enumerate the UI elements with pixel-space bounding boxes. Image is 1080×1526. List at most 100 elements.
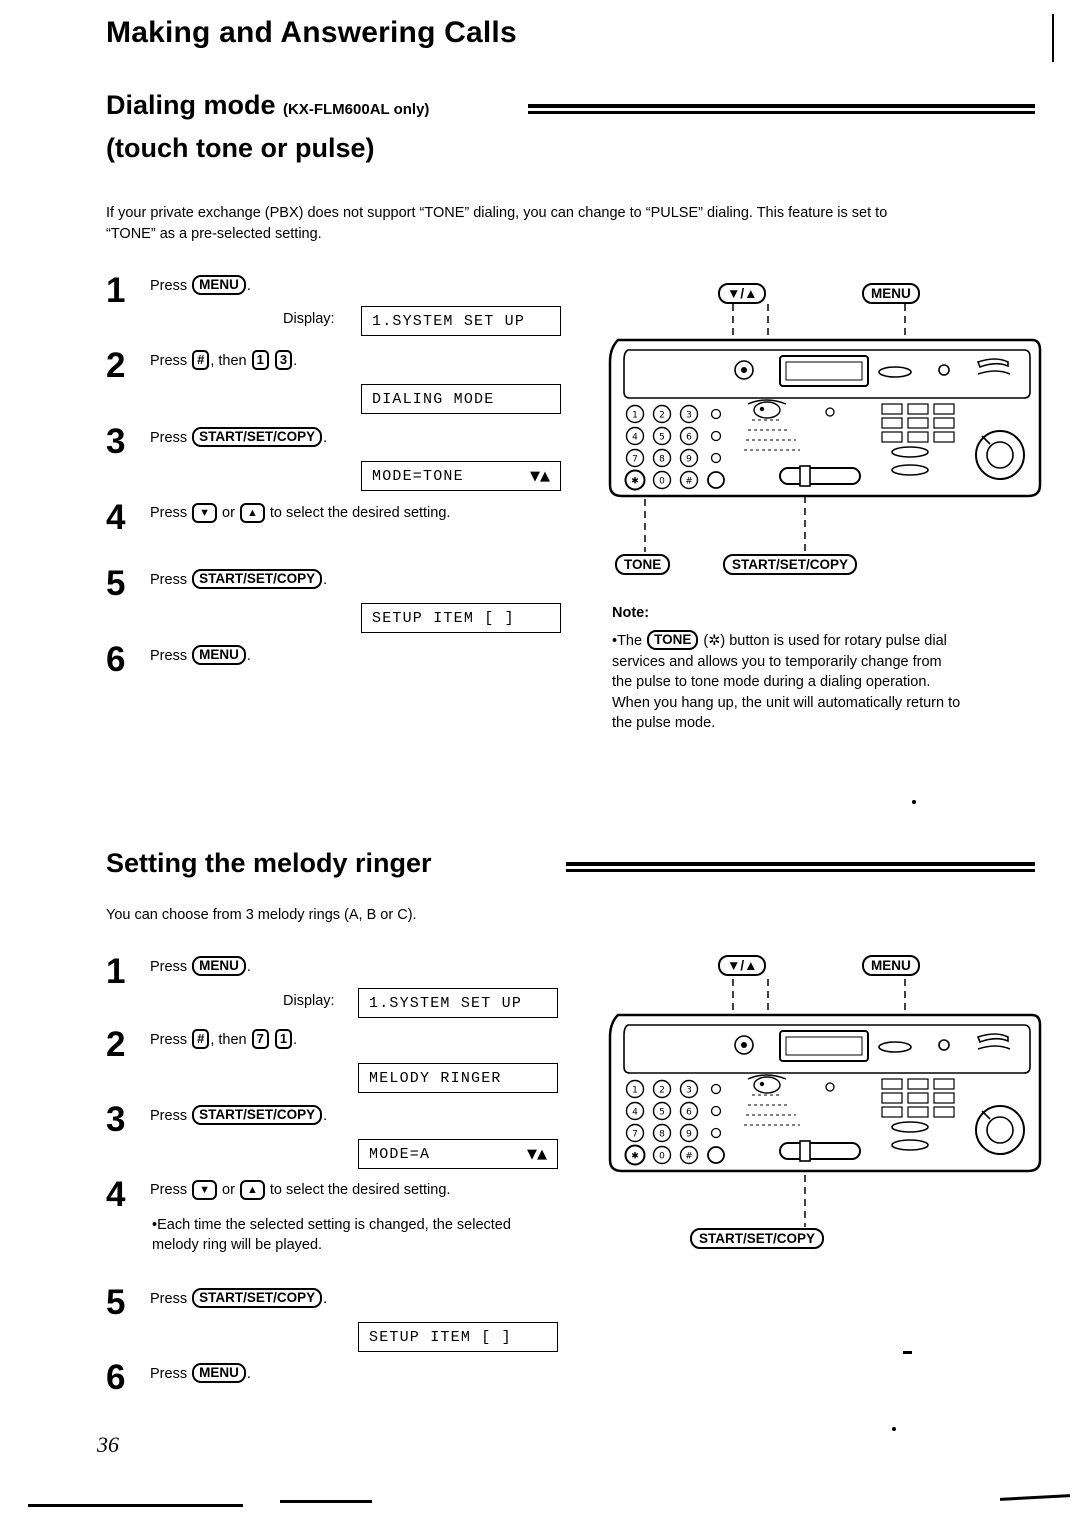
diagram2-callout-updown: ▼/▲	[718, 955, 767, 976]
section1-step-1-number: 1	[106, 271, 126, 310]
step-period: .	[246, 959, 251, 975]
lcd-text: SETUP ITEM [ ]	[372, 610, 515, 627]
lcd-text: 1.SYSTEM SET UP	[372, 313, 526, 330]
section2-lcd-4: SETUP ITEM [ ]	[358, 1322, 558, 1352]
svg-text:4: 4	[632, 433, 638, 443]
svg-text:6: 6	[686, 1108, 692, 1118]
section1-step-5-text: Press START/SET/COPY.	[150, 569, 327, 590]
svg-text:2: 2	[659, 1086, 665, 1096]
section2-step-3-text: Press START/SET/COPY.	[150, 1105, 327, 1126]
section2-heading-rule	[566, 862, 1035, 872]
bottom-rule-left	[28, 1504, 243, 1507]
section1-step-6-text: Press MENU.	[150, 645, 251, 666]
svg-text:#: #	[685, 477, 693, 487]
section2-step-2-number: 2	[106, 1025, 126, 1064]
svg-text:✱: ✱	[631, 1152, 639, 1162]
lcd-text: MODE=TONE	[372, 468, 464, 485]
note-title: Note:	[612, 605, 650, 621]
page-number: 36	[97, 1432, 119, 1457]
section2-step-6-number: 6	[106, 1358, 126, 1397]
note-text-before: The	[617, 633, 643, 649]
svg-text:9: 9	[686, 455, 692, 465]
step-period: .	[323, 1108, 328, 1124]
section1-step-4-text: Press ▼ or ▲ to select the desired setti…	[150, 503, 450, 523]
svg-text:3: 3	[686, 1086, 692, 1096]
section2-lcd-3: MODE=A ▼▲	[358, 1139, 558, 1169]
svg-text:3: 3	[686, 411, 692, 421]
svg-text:0: 0	[659, 477, 665, 487]
section1-display-label: Display:	[283, 311, 335, 327]
step-label: Press	[150, 430, 188, 446]
bottom-rule-right	[999, 1494, 1071, 1501]
manual-page: Making and Answering Calls Dialing mode …	[0, 0, 1080, 1526]
step-label: Press	[150, 1032, 188, 1048]
section2-step-1-number: 1	[106, 952, 126, 991]
svg-text:8: 8	[659, 1130, 665, 1140]
tone-key: TONE	[647, 630, 699, 650]
svg-text:4: 4	[632, 1108, 638, 1118]
section1-lcd-2: DIALING MODE	[361, 384, 561, 414]
fax-diagram-2: 1 2 3 4 5 6 7 8 9 ✱ 0 #	[600, 975, 1050, 1235]
section1-lcd-1: 1.SYSTEM SET UP	[361, 306, 561, 336]
start-set-copy-key: START/SET/COPY	[192, 1288, 323, 1308]
section2-step-4-note: •Each time the selected setting is chang…	[152, 1215, 552, 1255]
step-tail: to select the desired setting.	[269, 505, 451, 521]
section1-step-3-number: 3	[106, 422, 126, 461]
step-label: Press	[150, 353, 188, 369]
hash-key: #	[192, 350, 210, 370]
step-label: Press	[150, 959, 188, 975]
hash-key: #	[192, 1029, 210, 1049]
menu-key: MENU	[192, 1363, 246, 1383]
section1-heading-line1: Dialing mode (KX-FLM600AL only)	[106, 90, 429, 121]
step-label: Press	[150, 1291, 188, 1307]
svg-text:#: #	[685, 1152, 693, 1162]
svg-text:8: 8	[659, 455, 665, 465]
section2-step-4-number: 4	[106, 1175, 126, 1214]
digit-1-key: 1	[274, 1029, 293, 1049]
section2-lcd-2: MELODY RINGER	[358, 1063, 558, 1093]
lcd-text: 1.SYSTEM SET UP	[369, 995, 523, 1012]
section2-intro: You can choose from 3 melody rings (A, B…	[106, 907, 417, 923]
section1-heading-sub: (KX-FLM600AL only)	[283, 101, 430, 118]
step-mid: , then	[210, 1032, 247, 1048]
step-label: Press	[150, 505, 188, 521]
digit-3-key: 3	[274, 350, 293, 370]
section2-step-6-text: Press MENU.	[150, 1363, 251, 1384]
svg-text:0: 0	[659, 1152, 665, 1162]
section2-step-4-text: Press ▼ or ▲ to select the desired setti…	[150, 1180, 450, 1200]
start-set-copy-key: START/SET/COPY	[192, 569, 323, 589]
svg-text:7: 7	[632, 455, 638, 465]
step-label: Press	[150, 572, 188, 588]
section1-step-4-number: 4	[106, 498, 126, 537]
section1-step-5-number: 5	[106, 564, 126, 603]
lcd-arrows: ▼▲	[527, 1147, 547, 1162]
step-period: .	[323, 430, 328, 446]
up-arrow-key: ▲	[239, 1180, 265, 1200]
svg-text:7: 7	[632, 1130, 638, 1140]
svg-text:1: 1	[632, 411, 638, 421]
svg-text:5: 5	[659, 433, 665, 443]
down-arrow-key: ▼	[192, 503, 217, 523]
step-label: Press	[150, 1108, 188, 1124]
section1-heading-rule	[528, 104, 1035, 114]
down-arrow-key: ▼	[192, 1180, 217, 1200]
step-period: .	[246, 278, 251, 294]
digit-7-key: 7	[251, 1029, 269, 1049]
note-body: •The TONE (✲) button is used for rotary …	[612, 630, 962, 734]
svg-text:9: 9	[686, 1130, 692, 1140]
section2-step-5-number: 5	[106, 1283, 126, 1322]
lcd-text: MODE=A	[369, 1146, 431, 1163]
start-set-copy-key: START/SET/COPY	[192, 1105, 323, 1125]
step-label: Press	[150, 278, 188, 294]
lcd-text: SETUP ITEM [ ]	[369, 1329, 512, 1346]
section2-step-3-number: 3	[106, 1100, 126, 1139]
margin-tick-mark	[1052, 14, 1054, 62]
section2-step-1-text: Press MENU.	[150, 956, 251, 977]
step-label: Press	[150, 1366, 188, 1382]
section1-step-3-text: Press START/SET/COPY.	[150, 427, 327, 448]
section1-step-1-text: Press MENU.	[150, 275, 251, 296]
page-title: Making and Answering Calls	[106, 16, 517, 49]
step-period: .	[293, 1032, 298, 1048]
digit-1-key: 1	[251, 350, 269, 370]
svg-text:6: 6	[686, 433, 692, 443]
